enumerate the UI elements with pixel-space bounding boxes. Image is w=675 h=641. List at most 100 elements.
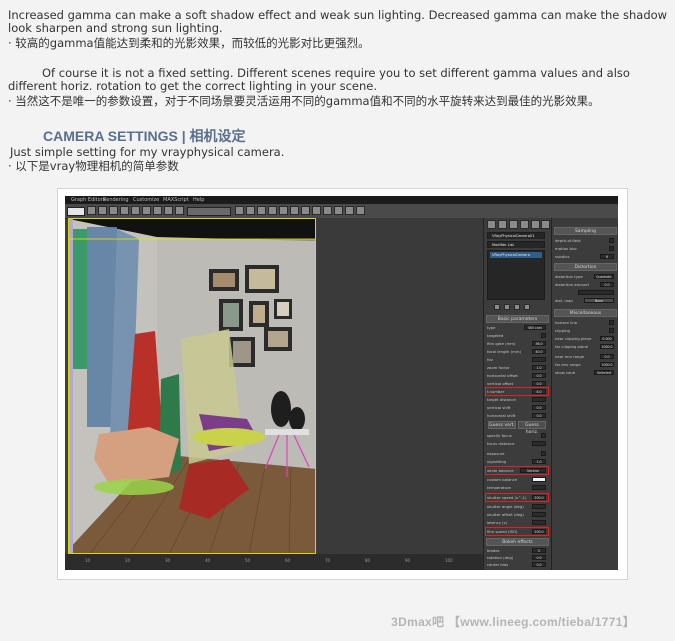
modifier-list-dropdown[interactable]: Modifier List [487,241,545,248]
exposure-checkbox[interactable] [541,451,546,456]
guess-vert-button[interactable]: Guess vert. [488,421,516,429]
render-frame-icon[interactable] [312,206,321,215]
guess-horiz-button[interactable]: Guess horiz. [518,421,546,435]
fov-field[interactable] [532,357,546,362]
time-ruler[interactable]: 10 20 30 40 50 60 70 80 90 100 [65,554,483,570]
menu-item-customize[interactable]: Customize [133,196,159,204]
targeted-checkbox[interactable] [541,333,546,338]
viewport-background [317,218,483,554]
vertical-offset-field[interactable]: 0.0 [532,381,546,386]
shutter-offset-field[interactable] [532,512,546,517]
f-number-highlight [485,387,549,396]
modifier-stack[interactable]: VRayPhysicalCamera [487,250,545,300]
make-unique-icon[interactable] [514,304,520,310]
rollout-sampling[interactable]: Sampling [554,227,617,235]
film-gate-field[interactable]: 36.0 [532,341,546,346]
horizon-line-checkbox[interactable] [609,320,614,325]
horizontal-offset-field[interactable]: 0.0 [532,373,546,378]
clipping-checkbox[interactable] [609,328,614,333]
snap-icon[interactable] [142,206,151,215]
param-horizontal-offset: horizontal offset 0.0 [487,372,549,379]
focus-distance-field[interactable] [532,441,546,446]
menu-item-help[interactable]: Help [193,196,204,204]
render-setup-icon[interactable] [301,206,310,215]
distortion-file-field[interactable] [578,290,614,295]
param-show-cone: show cone Selected [555,369,617,376]
type-dropdown[interactable]: Still cam [524,325,546,330]
teapot-icon[interactable] [345,206,354,215]
rollout-basic-parameters[interactable]: Basic parameters [486,315,549,323]
pin-stack-icon[interactable] [494,304,500,310]
target-distance-field[interactable] [532,397,546,402]
distortion-type-dropdown[interactable]: Quadratic [594,274,614,279]
angle-snap-icon[interactable] [153,206,162,215]
select-icon[interactable] [87,206,96,215]
far-clipping-field[interactable]: 1000.0 [600,344,614,349]
vray-icon[interactable] [356,206,365,215]
motion-tab-icon[interactable] [520,220,529,229]
named-selection-dropdown[interactable] [187,207,231,216]
vertical-shift-field[interactable]: 0.0 [532,405,546,410]
shutter-angle-field[interactable] [532,504,546,509]
near-clipping-field[interactable]: 0.000 [600,336,614,341]
rollout-distortion[interactable]: Distortion [554,263,617,271]
distortion-amount-field[interactable]: 0.0 [600,282,614,287]
curve-editor-icon[interactable] [268,206,277,215]
align-icon[interactable] [246,206,255,215]
menu-item-maxscript[interactable]: MAXScript [163,196,189,204]
blades-field[interactable]: 5 [532,548,546,553]
latency-field[interactable] [532,520,546,525]
motion-blur-checkbox[interactable] [609,246,614,251]
rollout-miscellaneous[interactable]: Miscellaneous [554,309,617,317]
paragraph-gamma-en: Increased gamma can make a soft shadow e… [8,8,668,35]
environment-icon[interactable] [334,206,343,215]
rotation-field[interactable]: 0.0 [532,555,546,560]
move-icon[interactable] [98,206,107,215]
zoom-factor-field[interactable]: 1.0 [532,365,546,370]
render-icon[interactable] [323,206,332,215]
subdivs-field[interactable]: 6 [600,254,614,259]
dist-map-button[interactable]: None [584,298,614,303]
ruler-tick-label: 20 [125,558,131,563]
vignetting-field[interactable]: 1.0 [532,459,546,464]
custom-balance-swatch[interactable] [532,477,546,482]
focal-length-field[interactable]: 40.0 [532,349,546,354]
horizontal-shift-field[interactable]: 0.0 [532,413,546,418]
center-bias-field[interactable]: 0.0 [532,562,546,567]
show-end-result-icon[interactable] [504,304,510,310]
selection-filter-dropdown[interactable] [67,207,85,216]
remove-modifier-icon[interactable] [524,304,530,310]
scale-icon[interactable] [120,206,129,215]
near-env-range-field[interactable]: 0.0 [600,354,614,359]
ruler-tick-label: 10 [85,558,91,563]
param-distortion-blank [555,289,617,296]
far-env-range-field[interactable]: 1000.0 [600,362,614,367]
spinner-snap-icon[interactable] [175,206,184,215]
mirror-icon[interactable] [235,206,244,215]
utilities-tab-icon[interactable] [541,220,550,229]
specify-focus-checkbox[interactable] [541,433,546,438]
percent-snap-icon[interactable] [164,206,173,215]
display-tab-icon[interactable] [531,220,540,229]
param-fov: fov [487,356,549,363]
command-panel-secondary: Sampling depth-of-field motion blur subd… [551,218,618,570]
menu-item-rendering[interactable]: Rendering [103,196,129,204]
hierarchy-tab-icon[interactable] [509,220,518,229]
rotate-icon[interactable] [109,206,118,215]
schematic-icon[interactable] [279,206,288,215]
param-motion-blur: motion blur [555,245,617,252]
temperature-field[interactable] [532,485,546,490]
perspective-viewport[interactable] [68,218,316,554]
show-cone-dropdown[interactable]: Selected [594,370,614,375]
layer-icon[interactable] [257,206,266,215]
ruler-tick-label: 60 [285,558,291,563]
object-name-field[interactable]: VRayPhysicalCamera01 [487,232,545,239]
create-tab-icon[interactable] [487,220,496,229]
menu-item-graph-editors[interactable]: Graph Editors [71,196,105,204]
stack-item[interactable]: VRayPhysicalCamera [490,252,542,258]
modify-tab-icon[interactable] [498,220,507,229]
dof-checkbox[interactable] [609,238,614,243]
material-editor-icon[interactable] [290,206,299,215]
rollout-bokeh-effects[interactable]: Bokeh effects [486,538,549,546]
link-icon[interactable] [131,206,140,215]
